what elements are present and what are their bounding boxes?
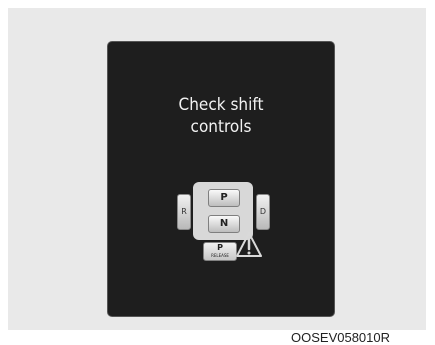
reverse-button-icon: R [177,194,191,230]
cluster-display: Check shift controls R D P N P RELEASE [107,41,335,317]
message-line-2: controls [190,117,252,137]
drive-button-icon: D [256,194,270,230]
park-button-icon: P [208,189,240,207]
release-p-label: P [217,243,223,252]
figure-caption: OOSEV058010R [291,330,391,345]
shift-controls-icon: R D P N P RELEASE [177,175,287,267]
message-line-1: Check shift [178,95,264,115]
park-release-button-icon: P RELEASE [203,242,237,261]
warning-triangle-icon [236,232,262,257]
release-label: RELEASE [211,253,229,258]
warning-message: Check shift controls [108,94,334,138]
